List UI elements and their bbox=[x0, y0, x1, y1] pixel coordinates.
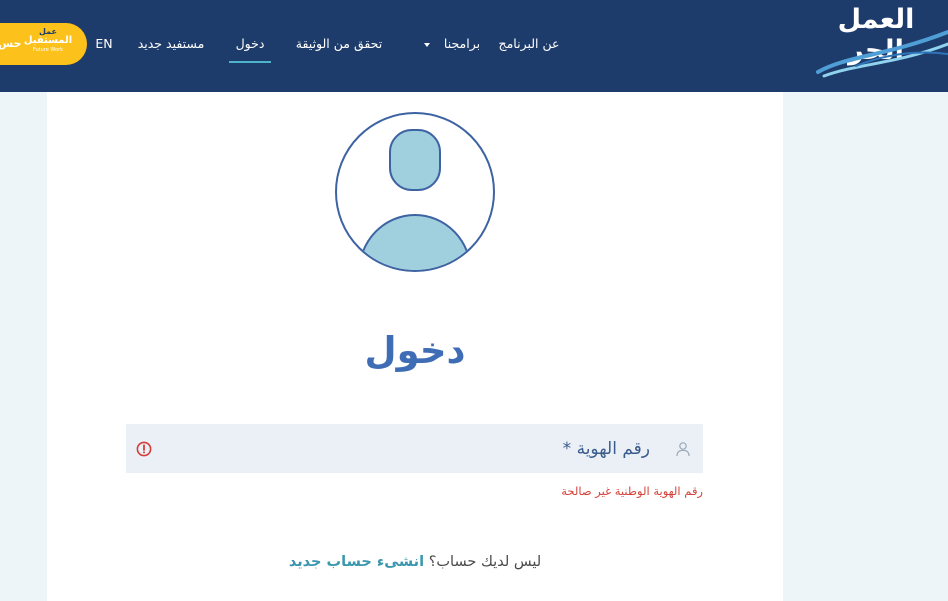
nav-item-new-beneficiary-label: مستفيد جديد bbox=[137, 36, 205, 51]
brand-wave-icon bbox=[816, 30, 948, 78]
user-icon bbox=[676, 442, 690, 457]
nav-item-login-label: دخول bbox=[235, 36, 265, 51]
nav-item-about[interactable]: عن البرنامج bbox=[487, 34, 571, 54]
account-button[interactable]: حس عمل المستقبل Future Work bbox=[0, 23, 87, 65]
future-work-logo: عمل المستقبل Future Work bbox=[22, 28, 74, 60]
language-toggle[interactable]: EN bbox=[89, 34, 119, 54]
chevron-down-icon bbox=[423, 43, 430, 47]
future-work-logo-line3: Future Work bbox=[32, 47, 64, 53]
signup-prompt-row: ليس لديك حساب؟ انشىء حساب جديد bbox=[47, 551, 783, 573]
top-navbar: العمل الحر عن البرنامج برامجنا تحقق من ا… bbox=[0, 0, 948, 92]
nav-item-new-beneficiary[interactable]: مستفيد جديد bbox=[121, 34, 221, 54]
avatar-placeholder-icon bbox=[335, 112, 495, 272]
nav-item-verify-document-label: تحقق من الوثيقة bbox=[295, 36, 383, 51]
signup-prompt-text: ليس لديك حساب؟ bbox=[428, 554, 542, 570]
nav-item-login[interactable]: دخول bbox=[220, 34, 280, 54]
nav-active-indicator bbox=[229, 61, 271, 63]
nav-item-programs[interactable]: برامجنا bbox=[410, 34, 494, 54]
account-button-label: حس bbox=[0, 37, 22, 50]
page-title: دخول bbox=[364, 329, 466, 372]
nav-item-about-label: عن البرنامج bbox=[498, 36, 560, 51]
language-toggle-label: EN bbox=[95, 36, 113, 51]
nav-item-programs-label: برامجنا bbox=[443, 36, 481, 51]
error-icon bbox=[136, 441, 152, 457]
create-account-link[interactable]: انشىء حساب جديد bbox=[289, 554, 424, 570]
future-work-logo-line2: المستقبل bbox=[23, 35, 73, 46]
nav-item-verify-document[interactable]: تحقق من الوثيقة bbox=[279, 34, 399, 54]
national-id-input[interactable] bbox=[126, 424, 703, 473]
national-id-error-message: رقم الهوية الوطنية غير صالحة bbox=[561, 484, 703, 498]
